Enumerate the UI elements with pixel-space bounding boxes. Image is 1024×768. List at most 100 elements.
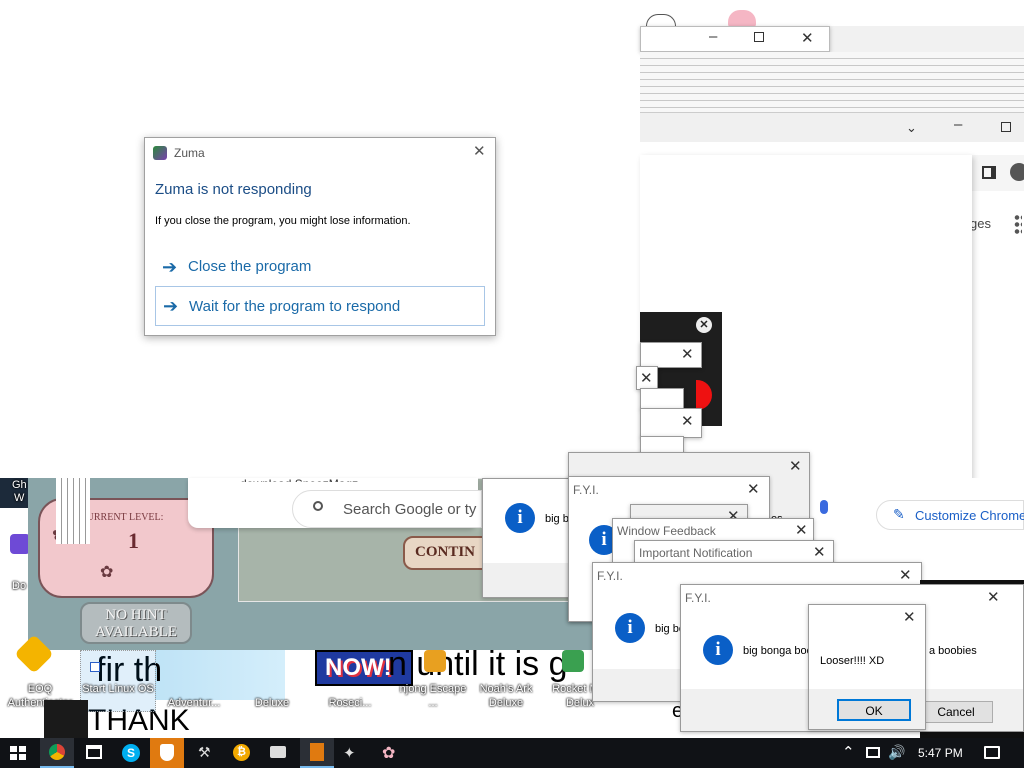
- dialog-message: If you close the program, you might lose…: [155, 215, 411, 227]
- close-icon[interactable]: ✕: [813, 545, 826, 560]
- side-panel-icon[interactable]: [982, 166, 996, 179]
- desktop-icon-label: W: [14, 492, 25, 504]
- looser-text: Looser!!!! XD: [820, 655, 885, 667]
- close-circle-icon[interactable]: ✕: [696, 317, 712, 333]
- game-icon: [310, 743, 324, 761]
- volume-icon[interactable]: 🔊: [888, 744, 905, 761]
- tool-icon[interactable]: ⚒: [198, 744, 211, 761]
- chevron-down-icon[interactable]: ⌄: [906, 121, 917, 134]
- close-icon[interactable]: ✕: [473, 144, 486, 159]
- continue-label: CONTIN: [415, 544, 476, 560]
- flower-taskbar-icon[interactable]: ✿: [382, 743, 395, 763]
- search-placeholder: Search Google or ty: [343, 501, 477, 518]
- sun-icon: [14, 634, 54, 674]
- desktop-icon-partial[interactable]: [10, 534, 30, 554]
- search-icon: [313, 501, 323, 511]
- close-icon[interactable]: ✕: [640, 371, 653, 386]
- level-value: 1: [128, 528, 139, 553]
- maximize-icon[interactable]: [754, 32, 764, 42]
- arrow-right-icon: ➔: [163, 296, 179, 316]
- popup-title: F.Y.I.: [685, 591, 711, 605]
- wallpaper-big-text: n until it is g: [388, 645, 568, 683]
- desktop-icon-label: Do: [12, 580, 27, 592]
- chrome-partial-text: ges: [970, 216, 991, 231]
- shield-taskbar-icon[interactable]: [150, 738, 184, 768]
- tooltip-dark: [44, 700, 88, 740]
- popup-title: F.Y.I.: [597, 569, 623, 583]
- close-icon[interactable]: ✕: [681, 414, 694, 429]
- close-icon[interactable]: ✕: [801, 31, 814, 46]
- chevron-up-icon[interactable]: ⌃: [842, 743, 855, 761]
- minimize-icon[interactable]: –: [954, 117, 962, 132]
- close-icon[interactable]: ✕: [903, 610, 916, 625]
- wait-program-option[interactable]: ➔ Wait for the program to respond: [155, 286, 485, 326]
- popup-text: big b: [545, 513, 569, 525]
- background-window-titlebar: – ✕: [640, 26, 830, 52]
- download-partial-text: download SnoozMagz: [240, 468, 358, 482]
- wait-program-label: Wait for the program to respond: [189, 298, 401, 315]
- profile-avatar-icon[interactable]: [1010, 163, 1024, 181]
- stacked-popup: ✕: [640, 408, 702, 438]
- windows-start-icon[interactable]: [10, 746, 26, 760]
- taskbar: S ⚒ ₿ ✦ ✿ ⌃ 🔊 5:47 PM: [0, 738, 1024, 768]
- game-taskbar-icon[interactable]: [300, 738, 334, 768]
- apps-grid-icon[interactable]: [1014, 214, 1022, 234]
- close-icon[interactable]: ✕: [899, 568, 912, 583]
- close-icon[interactable]: ✕: [681, 347, 694, 362]
- notification-icon[interactable]: [984, 746, 1000, 759]
- no-hint-line2: AVAILABLE: [95, 624, 177, 640]
- stacked-window-edges: [640, 52, 1024, 112]
- popup-title: F.Y.I.: [573, 483, 599, 497]
- not-responding-dialog: Zuma ✕ Zuma is not responding If you clo…: [144, 137, 496, 336]
- chrome-toolbar-right: [972, 155, 1024, 191]
- wallpaper-scene: [155, 650, 285, 700]
- chrome-icon: [49, 744, 65, 760]
- no-hint-button[interactable]: NO HINT AVAILABLE: [80, 602, 192, 644]
- desktop-game-icon[interactable]: [562, 650, 584, 672]
- ok-button[interactable]: OK: [837, 699, 911, 721]
- stacked-popup: ✕: [636, 366, 658, 390]
- close-program-label: Close the program: [188, 258, 312, 275]
- now-banner-text: NOW!: [325, 654, 392, 681]
- desktop-icon-label: Deluxe: [254, 697, 290, 709]
- customize-label: Customize Chrome: [915, 508, 1024, 523]
- skype-icon[interactable]: S: [122, 744, 140, 762]
- close-icon[interactable]: ✕: [987, 590, 1000, 605]
- chrome-search-box[interactable]: Search Google or ty: [292, 490, 482, 528]
- close-program-option[interactable]: ➔ Close the program: [155, 250, 485, 284]
- looser-popup: ✕ Looser!!!! XD OK: [808, 604, 926, 730]
- minimize-icon[interactable]: –: [709, 29, 717, 44]
- popup-text-right: a boobies: [929, 645, 977, 657]
- desktop-game-icon[interactable]: [424, 650, 446, 672]
- shield-icon: [160, 744, 174, 761]
- bird-icon[interactable]: ✦: [343, 744, 356, 762]
- close-icon[interactable]: ✕: [789, 459, 802, 474]
- printer-icon[interactable]: [270, 746, 286, 758]
- desktop-icon-label: Noah's Ark Deluxe: [479, 683, 533, 709]
- chrome-customize-button[interactable]: ✎ Customize Chrome: [876, 500, 1024, 530]
- desktop-icon-label: njong Escape ...: [399, 683, 467, 709]
- maximize-icon[interactable]: [1001, 122, 1011, 132]
- info-icon: i: [505, 503, 535, 533]
- red-record-icon: [696, 380, 712, 410]
- task-view-icon[interactable]: [86, 745, 102, 759]
- stacked-popup: [640, 388, 684, 410]
- shortcut-overlay-icon: [90, 662, 100, 672]
- network-icon[interactable]: [866, 747, 880, 758]
- popup-title: Important Notification: [639, 546, 753, 560]
- chrome-window-controls: ⌄ –: [640, 112, 1024, 142]
- desktop-icon[interactable]: [14, 634, 54, 676]
- chrome-taskbar-icon[interactable]: [40, 738, 74, 768]
- bitcoin-icon[interactable]: ₿: [233, 744, 250, 761]
- no-hint-line1: NO HINT: [105, 607, 167, 623]
- chrome-tab-strip: [640, 0, 1024, 28]
- cancel-button[interactable]: Cancel: [919, 701, 993, 723]
- microphone-icon[interactable]: [820, 500, 828, 514]
- clock-time[interactable]: 5:47 PM: [918, 746, 963, 760]
- desktop-icon-label: Roseci...: [328, 697, 372, 709]
- close-icon[interactable]: ✕: [795, 523, 808, 538]
- info-icon: i: [703, 635, 733, 665]
- desktop-icon-selected[interactable]: [80, 650, 156, 712]
- zuma-app-icon: [153, 146, 167, 160]
- close-icon[interactable]: ✕: [747, 482, 760, 497]
